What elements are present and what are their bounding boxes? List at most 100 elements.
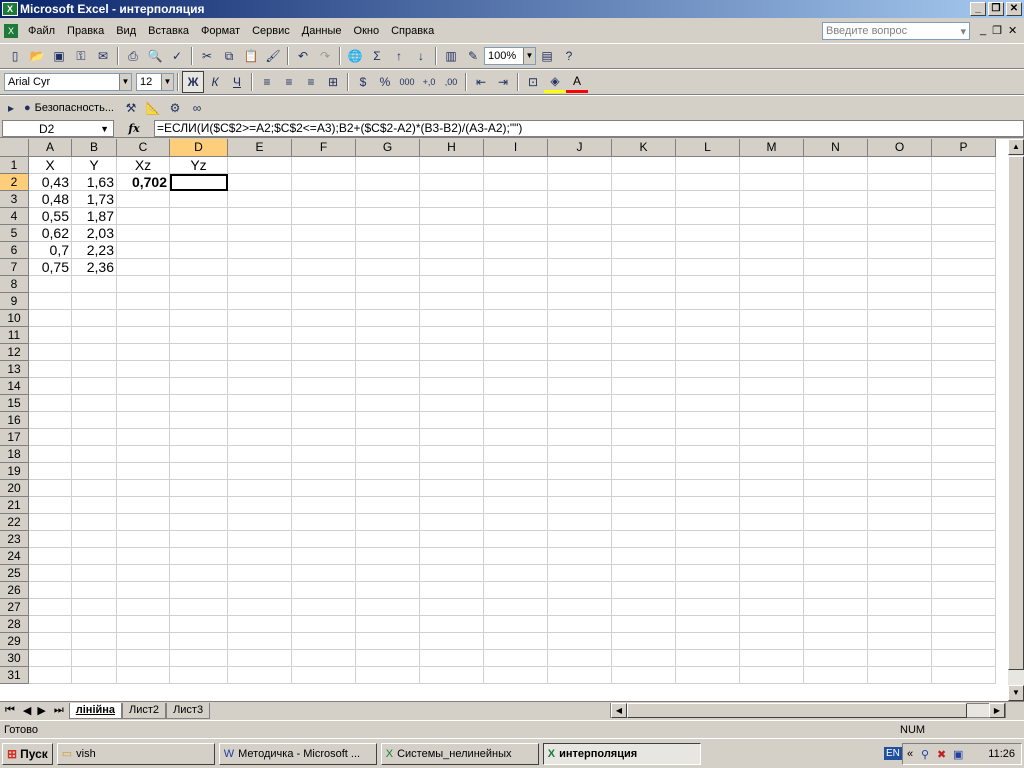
row-header[interactable]: 29: [0, 633, 29, 650]
cell-N31[interactable]: [804, 667, 868, 684]
cell-J12[interactable]: [548, 344, 612, 361]
cell-B3[interactable]: 1,73: [72, 191, 117, 208]
cell-D12[interactable]: [170, 344, 228, 361]
cell-D21[interactable]: [170, 497, 228, 514]
cell-C19[interactable]: [117, 463, 170, 480]
sort-desc-icon[interactable]: ↓: [410, 45, 432, 67]
cell-A31[interactable]: [29, 667, 72, 684]
cell-M8[interactable]: [740, 276, 804, 293]
chevron-down-icon[interactable]: ▾: [960, 25, 966, 38]
row-header[interactable]: 27: [0, 599, 29, 616]
cell-N5[interactable]: [804, 225, 868, 242]
cell-L18[interactable]: [676, 446, 740, 463]
help-icon[interactable]: ?: [558, 45, 580, 67]
cell-K18[interactable]: [612, 446, 676, 463]
cell-N2[interactable]: [804, 174, 868, 191]
minimize-button[interactable]: _: [970, 2, 986, 16]
cell-C26[interactable]: [117, 582, 170, 599]
cell-L6[interactable]: [676, 242, 740, 259]
task-word[interactable]: W Методичка - Microsoft ...: [218, 742, 377, 765]
cell-M31[interactable]: [740, 667, 804, 684]
security-button[interactable]: ● Безопасность...: [18, 102, 120, 114]
cell-E10[interactable]: [228, 310, 292, 327]
cell-G30[interactable]: [356, 650, 420, 667]
cell-M15[interactable]: [740, 395, 804, 412]
cell-I16[interactable]: [484, 412, 548, 429]
cell-G7[interactable]: [356, 259, 420, 276]
cell-P12[interactable]: [932, 344, 996, 361]
cell-N16[interactable]: [804, 412, 868, 429]
prev-sheet-icon[interactable]: ◀: [20, 704, 34, 717]
cell-N17[interactable]: [804, 429, 868, 446]
cell-B5[interactable]: 2,03: [72, 225, 117, 242]
cell-B19[interactable]: [72, 463, 117, 480]
cell-P6[interactable]: [932, 242, 996, 259]
cell-E21[interactable]: [228, 497, 292, 514]
cell-D23[interactable]: [170, 531, 228, 548]
cell-H14[interactable]: [420, 378, 484, 395]
scroll-thumb[interactable]: [1008, 156, 1024, 670]
cell-N15[interactable]: [804, 395, 868, 412]
toolbar-options-icon[interactable]: ▤: [536, 45, 558, 67]
cell-F14[interactable]: [292, 378, 356, 395]
cell-I21[interactable]: [484, 497, 548, 514]
cell-N21[interactable]: [804, 497, 868, 514]
cell-M25[interactable]: [740, 565, 804, 582]
cell-J20[interactable]: [548, 480, 612, 497]
cell-C22[interactable]: [117, 514, 170, 531]
cell-M23[interactable]: [740, 531, 804, 548]
cell-D19[interactable]: [170, 463, 228, 480]
cell-E13[interactable]: [228, 361, 292, 378]
print-preview-icon[interactable]: 🔍: [144, 45, 166, 67]
cell-M22[interactable]: [740, 514, 804, 531]
restore-button[interactable]: ❐: [988, 2, 1004, 16]
cell-A19[interactable]: [29, 463, 72, 480]
cell-H30[interactable]: [420, 650, 484, 667]
cell-A26[interactable]: [29, 582, 72, 599]
cell-G28[interactable]: [356, 616, 420, 633]
cell-E23[interactable]: [228, 531, 292, 548]
cell-L5[interactable]: [676, 225, 740, 242]
cell-K29[interactable]: [612, 633, 676, 650]
design-mode-icon[interactable]: 📐: [142, 97, 164, 119]
row-header[interactable]: 24: [0, 548, 29, 565]
cell-C17[interactable]: [117, 429, 170, 446]
cell-B6[interactable]: 2,23: [72, 242, 117, 259]
chevron-down-icon[interactable]: ▼: [100, 124, 113, 134]
cell-L16[interactable]: [676, 412, 740, 429]
cell-F16[interactable]: [292, 412, 356, 429]
cell-P26[interactable]: [932, 582, 996, 599]
row-header[interactable]: 1: [0, 157, 29, 174]
cell-D26[interactable]: [170, 582, 228, 599]
cell-K23[interactable]: [612, 531, 676, 548]
cell-C30[interactable]: [117, 650, 170, 667]
cell-B24[interactable]: [72, 548, 117, 565]
cell-D1[interactable]: Yz: [170, 157, 228, 174]
cell-H25[interactable]: [420, 565, 484, 582]
cell-M14[interactable]: [740, 378, 804, 395]
doc-restore-button[interactable]: ❐: [992, 24, 1002, 37]
cell-H27[interactable]: [420, 599, 484, 616]
column-header[interactable]: C: [117, 139, 170, 157]
cell-A7[interactable]: 0,75: [29, 259, 72, 276]
cell-D18[interactable]: [170, 446, 228, 463]
cell-J29[interactable]: [548, 633, 612, 650]
cell-O5[interactable]: [868, 225, 932, 242]
cell-J24[interactable]: [548, 548, 612, 565]
cell-A22[interactable]: [29, 514, 72, 531]
cell-F23[interactable]: [292, 531, 356, 548]
row-header[interactable]: 4: [0, 208, 29, 225]
cell-F21[interactable]: [292, 497, 356, 514]
cell-B16[interactable]: [72, 412, 117, 429]
cell-D24[interactable]: [170, 548, 228, 565]
cell-H26[interactable]: [420, 582, 484, 599]
cell-J6[interactable]: [548, 242, 612, 259]
cell-O21[interactable]: [868, 497, 932, 514]
cell-B2[interactable]: 1,63: [72, 174, 117, 191]
autosum-icon[interactable]: Σ: [366, 45, 388, 67]
cell-A6[interactable]: 0,7: [29, 242, 72, 259]
task-vish[interactable]: ▭ vish: [56, 742, 215, 765]
cell-H11[interactable]: [420, 327, 484, 344]
cell-O30[interactable]: [868, 650, 932, 667]
cell-I20[interactable]: [484, 480, 548, 497]
